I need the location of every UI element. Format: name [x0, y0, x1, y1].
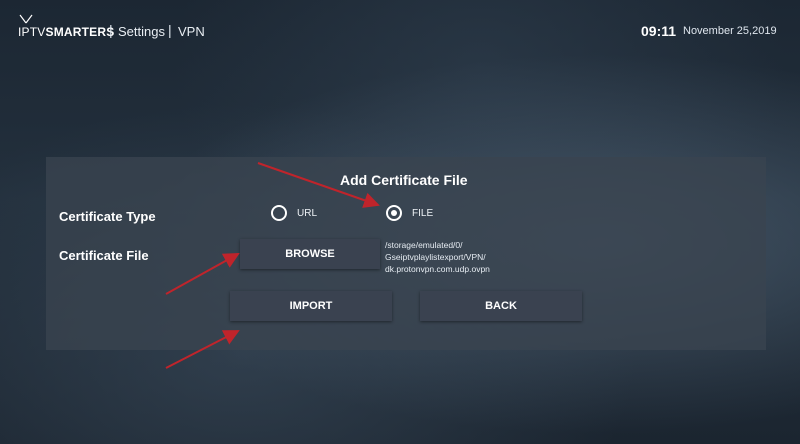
- breadcrumb-settings: Settings: [118, 24, 165, 39]
- certificate-type-label: Certificate Type: [59, 209, 156, 224]
- file-path-line: dk.protonvpn.com.udp.ovpn: [385, 264, 490, 274]
- radio-unchecked-icon[interactable]: [271, 205, 287, 221]
- certificate-file-label: Certificate File: [59, 248, 149, 263]
- browse-button[interactable]: BROWSE: [240, 239, 380, 269]
- app-logo: IPTVSMARTERS: [16, 14, 114, 48]
- selected-file-path: /storage/emulated/0/ Gseiptvplaylistexpo…: [385, 239, 490, 275]
- dialog-title: Add Certificate File: [340, 172, 468, 188]
- logo-text-iptv: IPTV: [18, 25, 46, 39]
- breadcrumb-separator: |: [109, 22, 113, 38]
- radio-url-label: URL: [297, 207, 318, 219]
- logo-text-smarters: SMARTERS: [45, 25, 115, 39]
- breadcrumb-separator: |: [168, 22, 172, 38]
- tv-antenna-icon: [19, 14, 33, 24]
- radio-file[interactable]: FILE: [386, 205, 433, 221]
- add-certificate-dialog: Add Certificate File Certificate Type Ce…: [46, 157, 766, 350]
- back-button[interactable]: BACK: [420, 291, 582, 321]
- breadcrumb-vpn: VPN: [178, 24, 205, 39]
- clock-time: 09:11: [641, 23, 677, 39]
- file-path-line: /storage/emulated/0/: [385, 240, 463, 250]
- radio-file-label: FILE: [412, 207, 434, 219]
- radio-url[interactable]: URL: [271, 205, 317, 221]
- logo-text: IPTVSMARTERS: [18, 25, 114, 39]
- clock-date: November 25,2019: [683, 25, 777, 37]
- top-bar: IPTVSMARTERS | Settings | VPN 09:11 Nove…: [0, 0, 800, 60]
- file-path-line: Gseiptvplaylistexport/VPN/: [385, 252, 486, 262]
- import-button[interactable]: IMPORT: [230, 291, 392, 321]
- radio-checked-icon[interactable]: [386, 205, 402, 221]
